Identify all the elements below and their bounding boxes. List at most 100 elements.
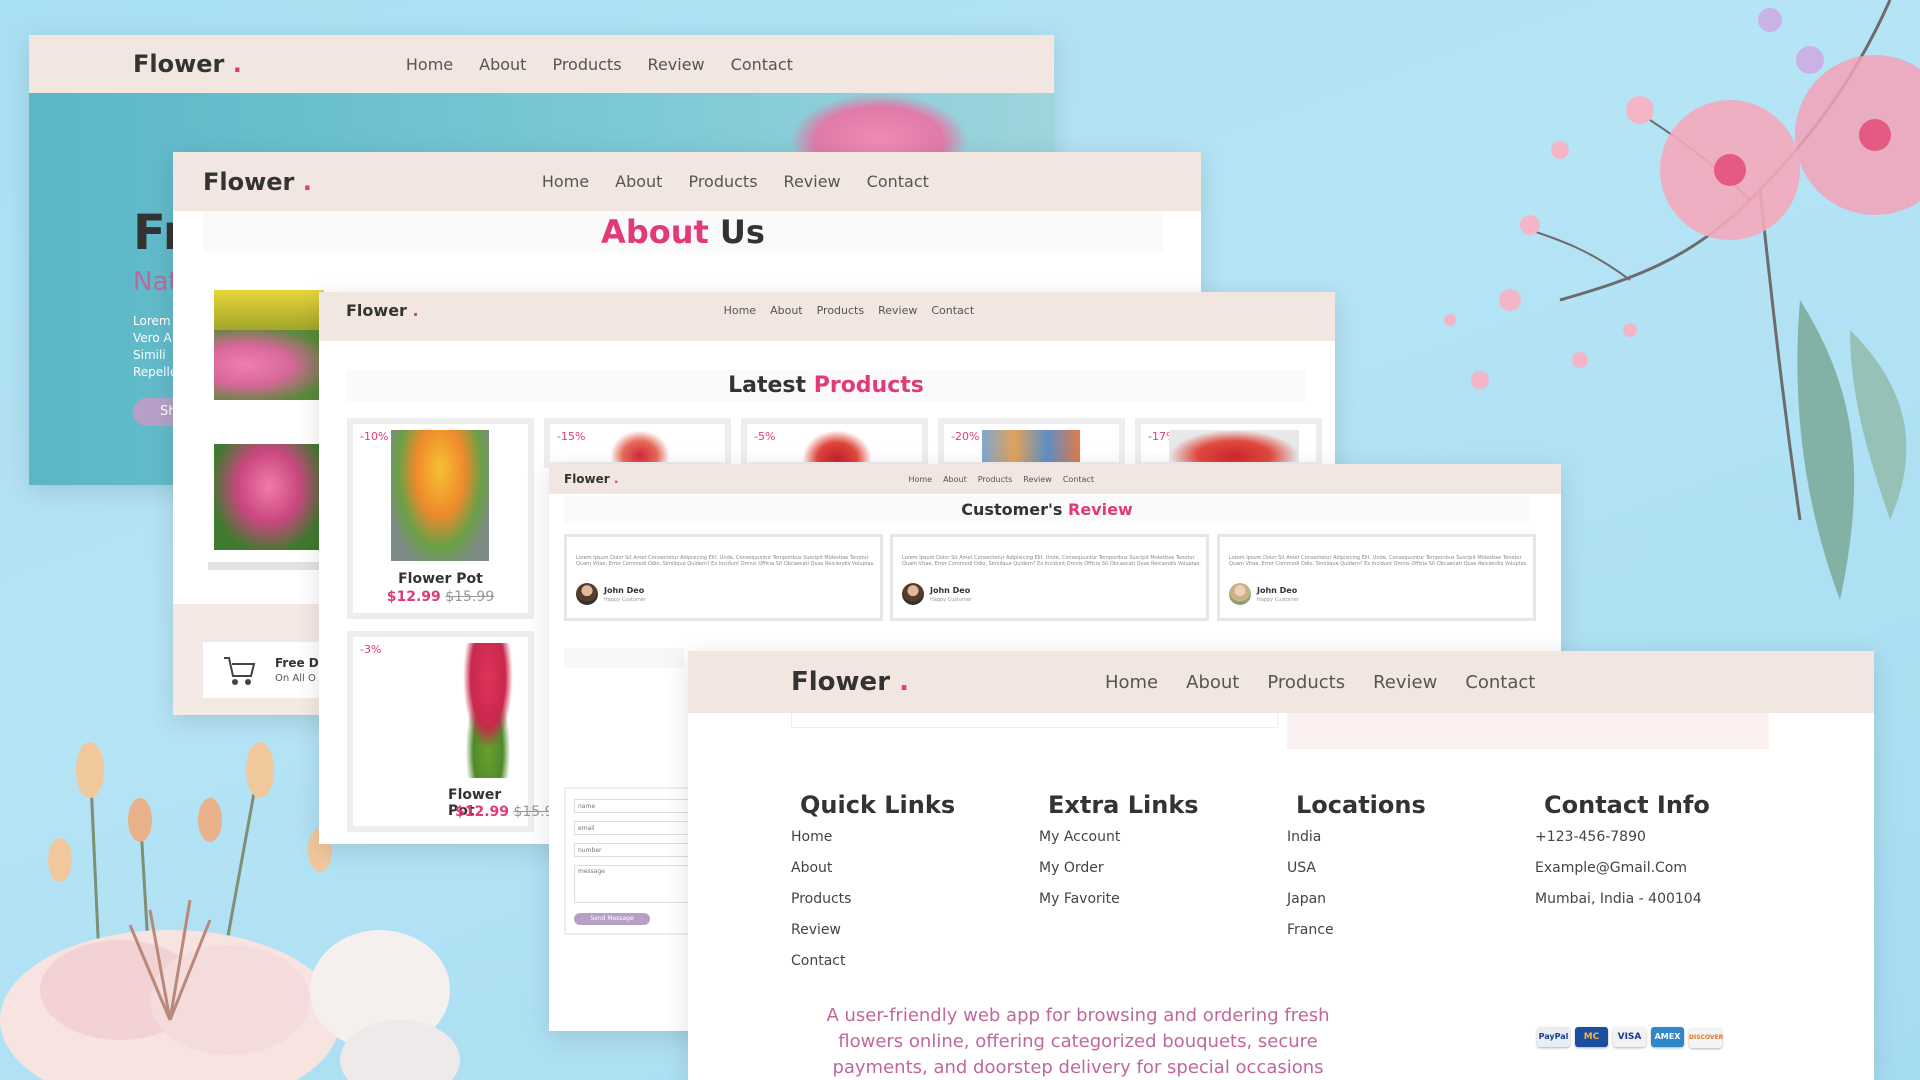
nav-contact[interactable]: Contact xyxy=(931,304,974,317)
product-card[interactable]: -10% Flower Pot $12.99 $15.99 xyxy=(347,418,534,619)
nav-about[interactable]: About xyxy=(943,475,967,484)
nav-about[interactable]: About xyxy=(1186,672,1239,693)
product-image xyxy=(1169,430,1299,462)
logo[interactable]: Flower . xyxy=(564,472,618,486)
logo[interactable]: Flower . xyxy=(346,301,419,320)
discover-icon: DISCOVER xyxy=(1689,1028,1723,1048)
nav-products[interactable]: Products xyxy=(817,304,865,317)
nav-products[interactable]: Products xyxy=(978,475,1013,484)
nav-contact[interactable]: Contact xyxy=(731,55,793,74)
navbar-underline xyxy=(319,329,1335,341)
nav-products[interactable]: Products xyxy=(688,172,757,191)
nav-review[interactable]: Review xyxy=(784,172,841,191)
product-image xyxy=(391,430,489,561)
nav-contact[interactable]: Contact xyxy=(1465,672,1535,693)
nav-about[interactable]: About xyxy=(615,172,662,191)
nav-products[interactable]: Products xyxy=(1267,672,1345,693)
address-text: Mumbai, India - 400104 xyxy=(1535,891,1702,907)
reviewer-role: Happy Customer xyxy=(930,597,973,603)
contact-strip xyxy=(564,648,684,668)
nav-home[interactable]: Home xyxy=(724,304,756,317)
footer-link[interactable]: Review xyxy=(791,922,955,938)
nav-contact[interactable]: Contact xyxy=(867,172,929,191)
footer-tagline: A user-friendly web app for browsing and… xyxy=(826,1005,1330,1078)
footer-link[interactable]: My Order xyxy=(1039,860,1199,876)
logo[interactable]: Flower . xyxy=(791,667,909,697)
product-price: $12.99 $15.99 xyxy=(386,589,495,605)
footer-link[interactable]: Contact xyxy=(791,953,955,969)
review-text: Lorem Ipsum Dolor Sit Amet Consectetur A… xyxy=(576,555,875,567)
nav-about[interactable]: About xyxy=(479,55,526,74)
cart-icon xyxy=(224,657,256,685)
avatar xyxy=(576,583,598,605)
review-navbar: Flower . Home About Products Review Cont… xyxy=(549,464,1561,494)
discount-badge: -20% xyxy=(951,430,980,443)
nav-about[interactable]: About xyxy=(770,304,803,317)
footer-navbar: Flower . Home About Products Review Cont… xyxy=(688,651,1874,713)
logo[interactable]: Flower . xyxy=(133,50,242,78)
about-image-tulips xyxy=(214,444,324,550)
reviewer-role: Happy Customer xyxy=(604,597,647,603)
product-card[interactable]: -3% Flower Pot $12.99 $15.9 xyxy=(347,631,554,832)
contact-form: Send Message xyxy=(564,787,704,935)
hero-flower-image xyxy=(789,93,969,153)
paypal-icon: PayPal xyxy=(1537,1027,1570,1047)
discount-badge: -5% xyxy=(754,430,776,443)
nav-review[interactable]: Review xyxy=(648,55,705,74)
nav-products[interactable]: Products xyxy=(552,55,621,74)
nav-review[interactable]: Review xyxy=(1373,672,1437,693)
footer-window: Flower . Home About Products Review Cont… xyxy=(688,651,1874,1080)
review-card: Lorem Ipsum Dolor Sit Amet Consectetur A… xyxy=(1217,534,1536,621)
footer-col-locations: Locations India USA Japan France xyxy=(1287,791,1426,938)
review-heading: Customer's Review xyxy=(564,496,1530,523)
footer-link[interactable]: USA xyxy=(1287,860,1426,876)
product-card[interactable]: -5% xyxy=(741,418,928,468)
send-message-button[interactable]: Send Message xyxy=(574,913,650,925)
nav-review[interactable]: Review xyxy=(1023,475,1052,484)
footer-link[interactable]: Home xyxy=(791,829,955,845)
footer-link[interactable]: My Account xyxy=(1039,829,1199,845)
footer-link[interactable]: Products xyxy=(791,891,955,907)
reviewer-name: John Deo xyxy=(1257,586,1298,595)
col-title: Quick Links xyxy=(800,791,956,819)
product-card[interactable]: -15% xyxy=(544,418,731,468)
col-title: Locations xyxy=(1296,791,1426,819)
message-field[interactable] xyxy=(574,865,694,903)
col-title: Contact Info xyxy=(1544,791,1710,819)
mastercard-icon: MC xyxy=(1575,1027,1608,1047)
visa-icon: VISA xyxy=(1613,1027,1646,1047)
product-card[interactable]: -17% xyxy=(1135,418,1322,468)
product-image xyxy=(982,430,1080,462)
footer-link[interactable]: About xyxy=(791,860,955,876)
nav-home[interactable]: Home xyxy=(542,172,589,191)
nav-home[interactable]: Home xyxy=(1105,672,1158,693)
email-field[interactable] xyxy=(574,821,694,835)
review-card: Lorem Ipsum Dolor Sit Amet Consectetur A… xyxy=(564,534,883,621)
footer-link[interactable]: India xyxy=(1287,829,1426,845)
name-field[interactable] xyxy=(574,799,694,813)
phone-text: +123-456-7890 xyxy=(1535,829,1646,845)
nav-links: Home About Products Review Contact xyxy=(724,304,975,317)
about-heading: About Us xyxy=(203,211,1163,253)
amex-icon: AMEX xyxy=(1651,1027,1684,1047)
footer-link[interactable]: My Favorite xyxy=(1039,891,1199,907)
nav-contact[interactable]: Contact xyxy=(1063,475,1094,484)
footer-link[interactable]: Japan xyxy=(1287,891,1426,907)
scroll-indicator xyxy=(208,562,328,570)
nav-home[interactable]: Home xyxy=(406,55,453,74)
delivery-subtitle: On All O xyxy=(275,673,316,684)
nav-review[interactable]: Review xyxy=(878,304,917,317)
pink-block xyxy=(1287,713,1769,749)
footer-link[interactable]: France xyxy=(1287,922,1426,938)
review-card: Lorem Ipsum Dolor Sit Amet Consectetur A… xyxy=(890,534,1209,621)
discount-badge: -10% xyxy=(360,430,389,443)
footer-col-extra-links: Extra Links My Account My Order My Favor… xyxy=(1039,791,1199,907)
email-text: Example@Gmail.Com xyxy=(1535,860,1688,876)
product-card[interactable]: -20% xyxy=(938,418,1125,468)
logo[interactable]: Flower . xyxy=(203,168,312,196)
nav-home[interactable]: Home xyxy=(908,475,932,484)
hero-navbar: Flower . Home About Products Review Cont… xyxy=(29,35,1054,93)
number-field[interactable] xyxy=(574,843,694,857)
review-text: Lorem Ipsum Dolor Sit Amet Consectetur A… xyxy=(902,555,1201,567)
nav-links: Home About Products Review Contact xyxy=(542,172,929,191)
